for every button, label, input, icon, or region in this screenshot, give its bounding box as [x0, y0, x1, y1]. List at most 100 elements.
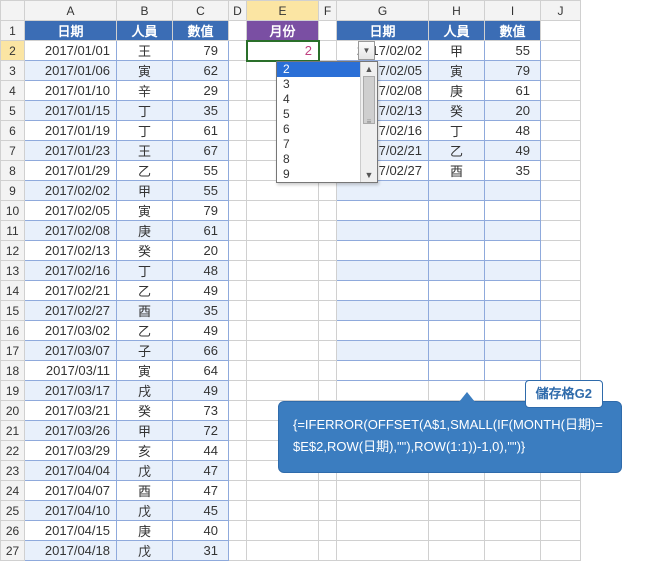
scroll-up-icon[interactable]: ▲ — [365, 62, 374, 76]
cell-C9[interactable]: 55 — [173, 181, 229, 201]
cell-J8[interactable] — [541, 161, 581, 181]
cell-E12[interactable] — [247, 241, 319, 261]
row-header-3[interactable]: 3 — [1, 61, 25, 81]
cell-D2[interactable] — [229, 41, 247, 61]
dropdown-option-4[interactable]: 4 — [277, 92, 360, 107]
cell-H18[interactable] — [429, 361, 485, 381]
cell-F17[interactable] — [319, 341, 337, 361]
cell-D11[interactable] — [229, 221, 247, 241]
cell-A9[interactable]: 2017/02/02 — [25, 181, 117, 201]
cell-J4[interactable] — [541, 81, 581, 101]
cell-C18[interactable]: 64 — [173, 361, 229, 381]
cell-A7[interactable]: 2017/01/23 — [25, 141, 117, 161]
cell-J27[interactable] — [541, 541, 581, 561]
cell-G10[interactable] — [337, 201, 429, 221]
cell-F1[interactable] — [319, 21, 337, 41]
cell-H26[interactable] — [429, 521, 485, 541]
row-header-12[interactable]: 12 — [1, 241, 25, 261]
cell-B22[interactable]: 亥 — [117, 441, 173, 461]
cell-F26[interactable] — [319, 521, 337, 541]
cell-B18[interactable]: 寅 — [117, 361, 173, 381]
cell-E25[interactable] — [247, 501, 319, 521]
row-header-1[interactable]: 1 — [1, 21, 25, 41]
cell-C22[interactable]: 44 — [173, 441, 229, 461]
cell-B26[interactable]: 庚 — [117, 521, 173, 541]
cell-I3[interactable]: 79 — [485, 61, 541, 81]
cell-A26[interactable]: 2017/04/15 — [25, 521, 117, 541]
row-header-13[interactable]: 13 — [1, 261, 25, 281]
cell-A21[interactable]: 2017/03/26 — [25, 421, 117, 441]
cell-I15[interactable] — [485, 301, 541, 321]
cell-I26[interactable] — [485, 521, 541, 541]
cell-C16[interactable]: 49 — [173, 321, 229, 341]
cell-D10[interactable] — [229, 201, 247, 221]
cell-D4[interactable] — [229, 81, 247, 101]
cell-G17[interactable] — [337, 341, 429, 361]
cell-C7[interactable]: 67 — [173, 141, 229, 161]
cell-F16[interactable] — [319, 321, 337, 341]
cell-J25[interactable] — [541, 501, 581, 521]
cell-D5[interactable] — [229, 101, 247, 121]
col-header-F[interactable]: F — [319, 1, 337, 21]
cell-G27[interactable] — [337, 541, 429, 561]
cell-C21[interactable]: 72 — [173, 421, 229, 441]
cell-C14[interactable]: 49 — [173, 281, 229, 301]
cell-E17[interactable] — [247, 341, 319, 361]
cell-A24[interactable]: 2017/04/07 — [25, 481, 117, 501]
cell-C11[interactable]: 61 — [173, 221, 229, 241]
row-header-20[interactable]: 20 — [1, 401, 25, 421]
cell-C15[interactable]: 35 — [173, 301, 229, 321]
col-header-G[interactable]: G — [337, 1, 429, 21]
row-header-21[interactable]: 21 — [1, 421, 25, 441]
row-header-22[interactable]: 22 — [1, 441, 25, 461]
row-header-17[interactable]: 17 — [1, 341, 25, 361]
cell-F2[interactable] — [319, 41, 337, 61]
cell-H27[interactable] — [429, 541, 485, 561]
cell-B2[interactable]: 王 — [117, 41, 173, 61]
cell-I12[interactable] — [485, 241, 541, 261]
dropdown-option-6[interactable]: 6 — [277, 122, 360, 137]
cell-E13[interactable] — [247, 261, 319, 281]
cell-B20[interactable]: 癸 — [117, 401, 173, 421]
dropdown-option-9[interactable]: 9 — [277, 167, 360, 182]
cell-D23[interactable] — [229, 461, 247, 481]
cell-E9[interactable] — [247, 181, 319, 201]
cell-H16[interactable] — [429, 321, 485, 341]
row-header-14[interactable]: 14 — [1, 281, 25, 301]
cell-J1[interactable] — [541, 21, 581, 41]
cell-B25[interactable]: 戊 — [117, 501, 173, 521]
cell-C24[interactable]: 47 — [173, 481, 229, 501]
cell-J13[interactable] — [541, 261, 581, 281]
cell-F25[interactable] — [319, 501, 337, 521]
cell-H13[interactable] — [429, 261, 485, 281]
cell-C23[interactable]: 47 — [173, 461, 229, 481]
cell-I25[interactable] — [485, 501, 541, 521]
cell-C1[interactable]: 數值 — [173, 21, 229, 41]
cell-J12[interactable] — [541, 241, 581, 261]
dropdown-option-5[interactable]: 5 — [277, 107, 360, 122]
cell-C3[interactable]: 62 — [173, 61, 229, 81]
cell-H1[interactable]: 人員 — [429, 21, 485, 41]
cell-C4[interactable]: 29 — [173, 81, 229, 101]
cell-J15[interactable] — [541, 301, 581, 321]
cell-E26[interactable] — [247, 521, 319, 541]
cell-F24[interactable] — [319, 481, 337, 501]
cell-A4[interactable]: 2017/01/10 — [25, 81, 117, 101]
cell-D21[interactable] — [229, 421, 247, 441]
cell-B1[interactable]: 人員 — [117, 21, 173, 41]
cell-D17[interactable] — [229, 341, 247, 361]
dropdown-option-7[interactable]: 7 — [277, 137, 360, 152]
row-header-11[interactable]: 11 — [1, 221, 25, 241]
cell-J11[interactable] — [541, 221, 581, 241]
cell-B21[interactable]: 甲 — [117, 421, 173, 441]
cell-B10[interactable]: 寅 — [117, 201, 173, 221]
cell-E11[interactable] — [247, 221, 319, 241]
cell-H2[interactable]: 甲 — [429, 41, 485, 61]
row-header-8[interactable]: 8 — [1, 161, 25, 181]
cell-F13[interactable] — [319, 261, 337, 281]
cell-A2[interactable]: 2017/01/01 — [25, 41, 117, 61]
cell-B24[interactable]: 酉 — [117, 481, 173, 501]
row-header-24[interactable]: 24 — [1, 481, 25, 501]
cell-B4[interactable]: 辛 — [117, 81, 173, 101]
cell-F19[interactable] — [319, 381, 337, 401]
